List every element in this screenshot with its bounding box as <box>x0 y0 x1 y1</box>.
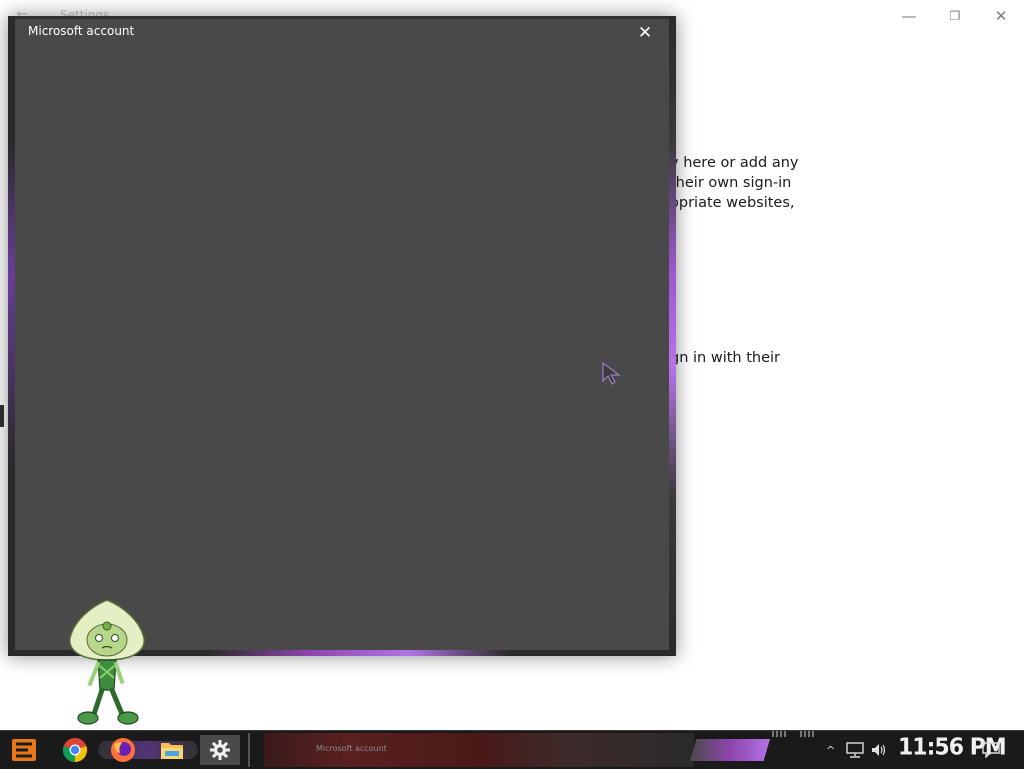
desktop-mascot-character[interactable] <box>64 598 150 734</box>
settings-text-line: gn in with their <box>670 350 780 366</box>
tray-overflow-chevron-icon[interactable]: ^ <box>826 737 835 763</box>
file-explorer-icon <box>161 743 183 759</box>
taskbar-band-label: Microsoft account <box>316 744 387 753</box>
taskbar-firefox[interactable] <box>103 735 143 765</box>
microsoft-account-dialog: Microsoft account ✕ <box>8 16 676 656</box>
minimize-icon: — <box>901 7 917 25</box>
dialog-border-right <box>669 16 676 656</box>
dialog-border-top <box>8 16 676 19</box>
dialog-close-button[interactable]: ✕ <box>632 22 658 44</box>
close-icon: ✕ <box>637 23 653 43</box>
network-icon[interactable] <box>846 737 864 763</box>
settings-gear-icon <box>210 740 230 760</box>
window-close-button[interactable]: ✕ <box>978 4 1024 28</box>
window-edge-marker <box>0 405 4 427</box>
dialog-border-left <box>8 16 15 656</box>
taskbar-chrome[interactable] <box>55 735 95 765</box>
taskbar: Microsoft account ^ 11:56 PM <box>0 730 1024 769</box>
start-button[interactable] <box>8 735 40 765</box>
taskbar-decoration <box>690 739 770 761</box>
action-center-icon[interactable] <box>982 737 1000 763</box>
taskbar-settings[interactable] <box>200 735 240 765</box>
volume-icon[interactable] <box>870 737 888 763</box>
taskbar-file-explorer[interactable] <box>152 735 192 765</box>
restore-icon: ❐ <box>949 9 961 23</box>
close-icon: ✕ <box>994 7 1008 25</box>
chrome-icon <box>62 738 88 763</box>
firefox-icon <box>111 738 135 762</box>
settings-text-line: their own sign-in <box>670 175 792 191</box>
taskbar-stripes <box>772 731 788 737</box>
mouse-cursor-icon <box>602 361 622 390</box>
settings-text-line: opriate websites, <box>670 195 795 211</box>
taskbar-divider <box>248 733 250 767</box>
tray-chevron-label: ^ <box>826 743 836 757</box>
settings-text-line: y here or add any <box>670 155 799 171</box>
start-logo-icon <box>12 739 36 761</box>
taskbar-stripes <box>800 731 816 737</box>
dialog-title: Microsoft account <box>28 24 135 38</box>
minimize-button[interactable]: — <box>886 4 932 28</box>
restore-button[interactable]: ❐ <box>932 4 978 28</box>
